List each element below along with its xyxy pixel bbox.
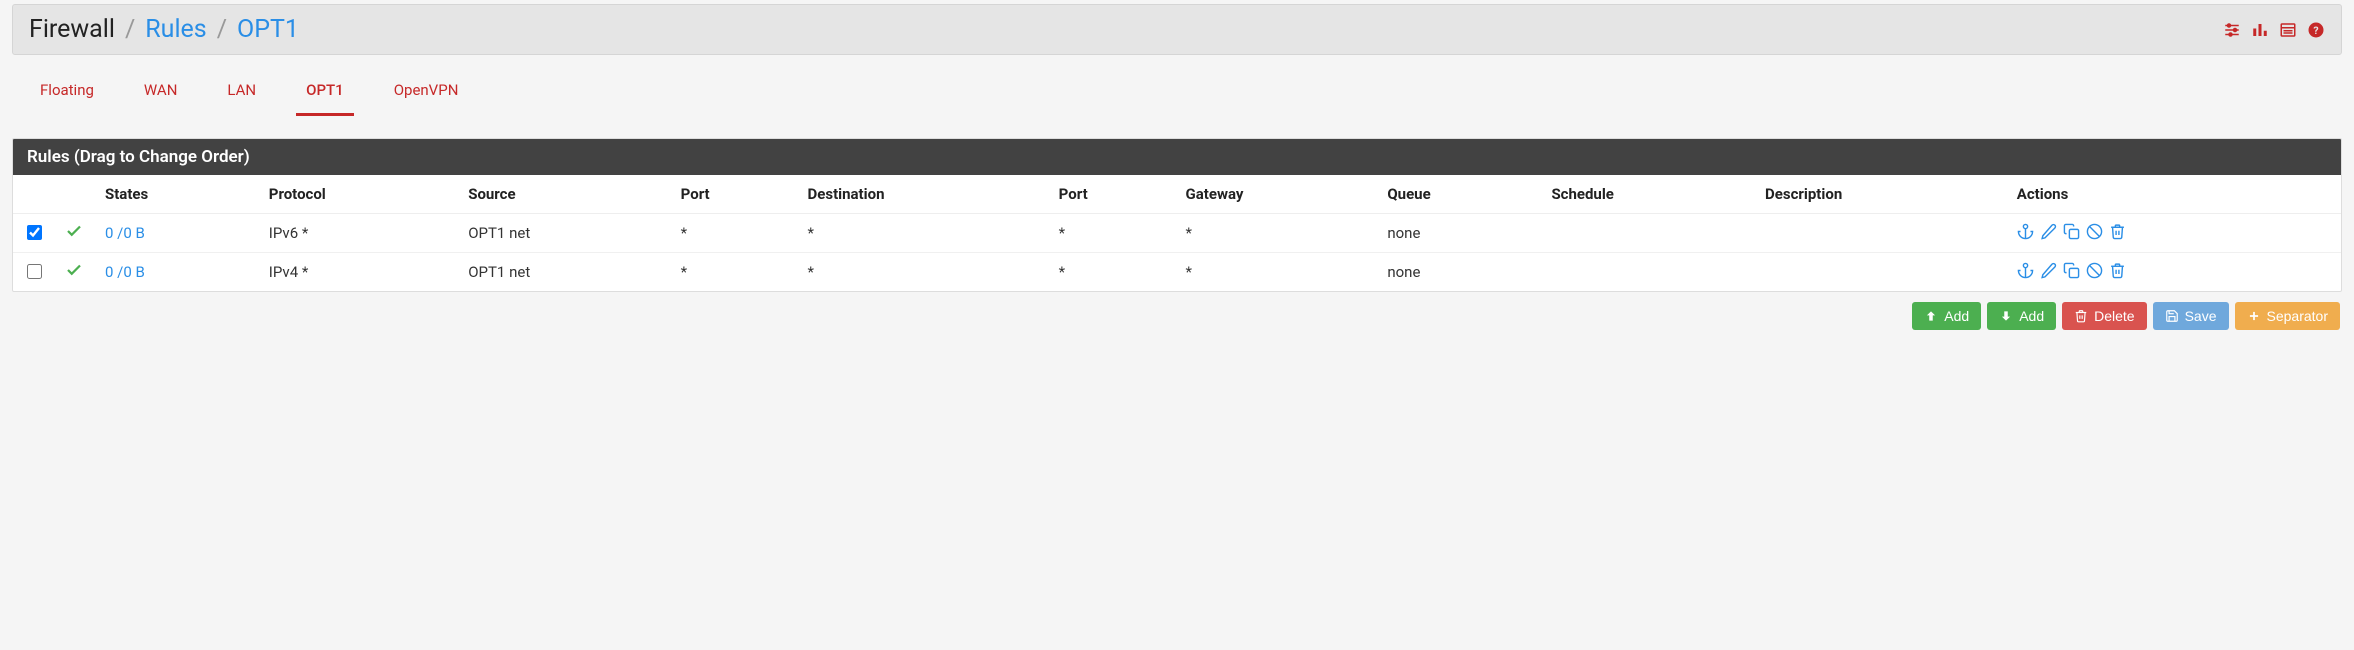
button-label: Separator — [2267, 308, 2328, 324]
col-gateway: Gateway — [1176, 175, 1378, 214]
anchor-icon[interactable] — [2017, 223, 2034, 244]
sport-value: * — [671, 214, 798, 253]
row-checkbox[interactable] — [27, 225, 42, 240]
states-value[interactable]: 0 /0 B — [105, 224, 145, 242]
description-value — [1755, 253, 2007, 292]
button-label: Delete — [2094, 308, 2134, 324]
footer-buttons: Add Add Delete Save Separator — [12, 292, 2342, 344]
edit-icon[interactable] — [2040, 223, 2057, 244]
col-queue: Queue — [1377, 175, 1541, 214]
col-dport: Port — [1049, 175, 1176, 214]
schedule-value — [1541, 214, 1755, 253]
col-states: States — [95, 175, 259, 214]
rules-panel: Rules (Drag to Change Order) States Prot… — [12, 138, 2342, 292]
protocol-value: IPv4 * — [259, 253, 458, 292]
disable-icon[interactable] — [2086, 262, 2103, 283]
breadcrumb-separator: / — [125, 15, 135, 44]
svg-text:?: ? — [2313, 23, 2318, 36]
row-actions — [2017, 223, 2331, 244]
edit-icon[interactable] — [2040, 262, 2057, 283]
trash-icon — [2074, 309, 2088, 323]
sport-value: * — [671, 253, 798, 292]
description-value — [1755, 214, 2007, 253]
table-row[interactable]: 0 /0 B IPv6 * OPT1 net * * * * none — [13, 214, 2341, 253]
save-button[interactable]: Save — [2153, 302, 2229, 330]
col-destination: Destination — [798, 175, 1049, 214]
queue-value: none — [1377, 253, 1541, 292]
copy-icon[interactable] — [2063, 262, 2080, 283]
toolbar-icons: ? — [2223, 21, 2325, 39]
gateway-value: * — [1176, 214, 1378, 253]
trash-icon[interactable] — [2109, 262, 2126, 283]
breadcrumb: Firewall / Rules / OPT1 — [29, 15, 299, 44]
col-actions: Actions — [2007, 175, 2341, 214]
table-header-row: States Protocol Source Port Destination … — [13, 175, 2341, 214]
col-description: Description — [1755, 175, 2007, 214]
tab-floating[interactable]: Floating — [30, 73, 104, 116]
button-label: Add — [1944, 308, 1969, 324]
log-icon[interactable] — [2279, 21, 2297, 39]
tab-openvpn[interactable]: OpenVPN — [384, 73, 469, 116]
dport-value: * — [1049, 214, 1176, 253]
breadcrumb-link-interface[interactable]: OPT1 — [237, 15, 299, 44]
col-protocol: Protocol — [259, 175, 458, 214]
breadcrumb-bar: Firewall / Rules / OPT1 ? — [12, 4, 2342, 55]
copy-icon[interactable] — [2063, 223, 2080, 244]
plus-icon — [2247, 309, 2261, 323]
panel-title: Rules (Drag to Change Order) — [13, 139, 2341, 175]
destination-value: * — [798, 214, 1049, 253]
col-checkbox — [13, 175, 55, 214]
col-sport: Port — [671, 175, 798, 214]
protocol-value: IPv6 * — [259, 214, 458, 253]
tab-opt1[interactable]: OPT1 — [296, 73, 354, 116]
dport-value: * — [1049, 253, 1176, 292]
interface-tabs: Floating WAN LAN OPT1 OpenVPN — [12, 55, 2342, 116]
pass-icon — [65, 226, 83, 244]
disable-icon[interactable] — [2086, 223, 2103, 244]
schedule-value — [1541, 253, 1755, 292]
tab-lan[interactable]: LAN — [217, 73, 266, 116]
states-value[interactable]: 0 /0 B — [105, 263, 145, 281]
destination-value: * — [798, 253, 1049, 292]
add-bottom-button[interactable]: Add — [1987, 302, 2056, 330]
tab-wan[interactable]: WAN — [134, 73, 187, 116]
button-label: Add — [2019, 308, 2044, 324]
help-icon[interactable]: ? — [2307, 21, 2325, 39]
button-label: Save — [2185, 308, 2217, 324]
separator-button[interactable]: Separator — [2235, 302, 2340, 330]
queue-value: none — [1377, 214, 1541, 253]
breadcrumb-link-rules[interactable]: Rules — [145, 15, 206, 44]
sliders-icon[interactable] — [2223, 21, 2241, 39]
pass-icon — [65, 265, 83, 283]
col-source: Source — [458, 175, 670, 214]
source-value: OPT1 net — [458, 253, 670, 292]
save-icon — [2165, 309, 2179, 323]
anchor-icon[interactable] — [2017, 262, 2034, 283]
bar-chart-icon[interactable] — [2251, 21, 2269, 39]
breadcrumb-root: Firewall — [29, 15, 115, 44]
col-status — [55, 175, 95, 214]
col-schedule: Schedule — [1541, 175, 1755, 214]
rules-table: States Protocol Source Port Destination … — [13, 175, 2341, 291]
delete-button[interactable]: Delete — [2062, 302, 2146, 330]
arrow-up-icon — [1924, 309, 1938, 323]
trash-icon[interactable] — [2109, 223, 2126, 244]
table-row[interactable]: 0 /0 B IPv4 * OPT1 net * * * * none — [13, 253, 2341, 292]
source-value: OPT1 net — [458, 214, 670, 253]
add-top-button[interactable]: Add — [1912, 302, 1981, 330]
breadcrumb-separator: / — [217, 15, 227, 44]
gateway-value: * — [1176, 253, 1378, 292]
row-actions — [2017, 262, 2331, 283]
row-checkbox[interactable] — [27, 264, 42, 279]
arrow-down-icon — [1999, 309, 2013, 323]
